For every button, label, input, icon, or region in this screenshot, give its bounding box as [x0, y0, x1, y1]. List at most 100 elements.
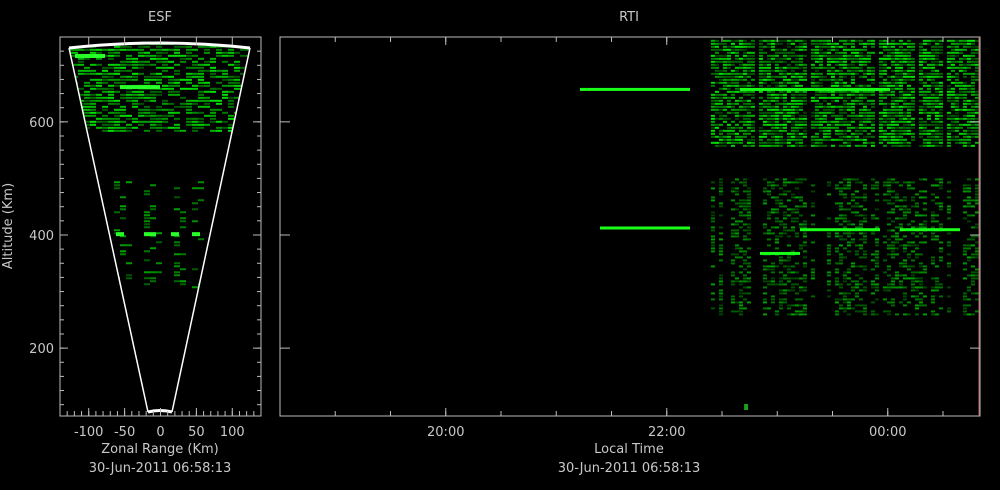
esf-echo-cell [108, 40, 114, 42]
esf-echo-cell [132, 48, 138, 51]
rti-echo-cell [834, 280, 839, 283]
rti-echo-cell [810, 271, 815, 274]
rti-echo-cell [962, 123, 967, 126]
rti-echo-cell [762, 190, 767, 193]
esf-echo-cell [90, 87, 96, 90]
esf-x-tick-labels: -100 -50 0 50 100 [74, 425, 245, 440]
rti-echo-cell [810, 184, 815, 187]
rti-echo-cell [742, 72, 747, 75]
rti-echo-cell [738, 96, 743, 99]
rti-echo-cell [810, 205, 815, 208]
rti-echo-cell [774, 184, 779, 187]
rti-echo-cell [794, 99, 799, 102]
rti-echo-cell [714, 99, 719, 102]
rti-echo-cell [922, 265, 927, 268]
rti-echo-cell [770, 181, 775, 184]
esf-echo-cell [216, 108, 222, 111]
rti-echo-cell [742, 51, 747, 54]
rti-echo-cell [850, 223, 855, 226]
rti-echo-cell [870, 310, 875, 313]
rti-echo-cell [794, 144, 799, 147]
rti-echo-cell [818, 54, 823, 57]
rti-echo-cell [782, 72, 787, 75]
rti-echo-cell [886, 310, 891, 313]
rti-echo-cell [930, 81, 935, 84]
esf-echo-cell [102, 78, 108, 81]
esf-echo-cell [174, 93, 180, 96]
rti-echo-cell [914, 256, 919, 259]
rti-echo-cell [790, 114, 795, 117]
esf-echo-cell [138, 111, 144, 114]
rti-echo-cell [854, 129, 859, 132]
rti-echo-cell [790, 84, 795, 87]
rti-echo-cell [846, 96, 851, 99]
rti-echo-cell [894, 96, 899, 99]
rti-echo-cell [938, 99, 943, 102]
rti-echo-cell [934, 102, 939, 105]
esf-echo-cell [126, 93, 132, 96]
esf-echo-cell [132, 90, 138, 93]
rti-echo-cell [846, 105, 851, 108]
esf-echo-cell [69, 51, 72, 54]
rti-echo-cell [814, 60, 819, 63]
esf-echo-cell [120, 250, 126, 253]
rti-echo-cell [890, 247, 895, 250]
rti-echo-cell [830, 96, 835, 99]
rti-echo-cell [938, 247, 943, 250]
esf-echo-cell [156, 54, 162, 57]
rti-echo-cell [966, 54, 971, 57]
rti-echo-cell [858, 310, 863, 313]
rti-echo-cell [794, 217, 799, 220]
rti-echo-cell [966, 214, 971, 217]
rti-echo-cell [862, 220, 867, 223]
rti-echo-cell [882, 96, 887, 99]
rti-echo-cell [878, 99, 883, 102]
rti-echo-cell [734, 244, 739, 247]
esf-echo-cell [132, 105, 138, 108]
rti-echo-cell [842, 60, 847, 63]
rti-echo-cell [878, 126, 883, 129]
rti-echo-cell [946, 241, 951, 244]
esf-echo-cell [120, 129, 126, 132]
rti-echo-cell [834, 99, 839, 102]
rti-echo-cell [770, 187, 775, 190]
rti-echo-cell [834, 310, 839, 313]
esf-echo-cell [120, 196, 126, 199]
rti-echo-cell [974, 75, 979, 78]
rti-echo-cell [962, 114, 967, 117]
rti-echo-cell [774, 247, 779, 250]
rti-echo-cell [834, 247, 839, 250]
rti-echo-cell [862, 72, 867, 75]
rti-echo-cell [742, 90, 747, 93]
rti-echo-cell [750, 126, 755, 129]
rti-echo-cell [710, 57, 715, 60]
esf-echo-cell [192, 129, 198, 132]
rti-echo-cell [778, 256, 783, 259]
rti-echo-cell [962, 63, 967, 66]
rti-echo-cell [842, 99, 847, 102]
rti-echo-cell [762, 144, 767, 147]
esf-echo-cell [216, 87, 222, 90]
rti-echo-cell [770, 81, 775, 84]
rti-echo-cell [822, 120, 827, 123]
rti-echo-cell [826, 42, 831, 45]
rti-echo-cell [962, 93, 967, 96]
rti-echo-cell [962, 45, 967, 48]
rti-echo-cell [774, 202, 779, 205]
rti-echo-cell [890, 99, 895, 102]
rti-echo-cell [738, 247, 743, 250]
rti-echo-cell [858, 99, 863, 102]
rti-echo-cell [914, 211, 919, 214]
rti-echo-cell [906, 54, 911, 57]
rti-echo-cell [894, 253, 899, 256]
rti-echo-cell [778, 301, 783, 304]
rti-echo-cell [718, 277, 723, 280]
esf-echo-cell [180, 280, 186, 283]
rti-echo-cell [738, 42, 743, 45]
esf-echo-cell [69, 93, 72, 96]
rti-echo-cell [954, 99, 959, 102]
rti-echo-cell [974, 69, 979, 72]
rti-echo-cell [774, 310, 779, 313]
rti-echo-cell [866, 78, 871, 81]
rti-echo-cell [858, 60, 863, 63]
